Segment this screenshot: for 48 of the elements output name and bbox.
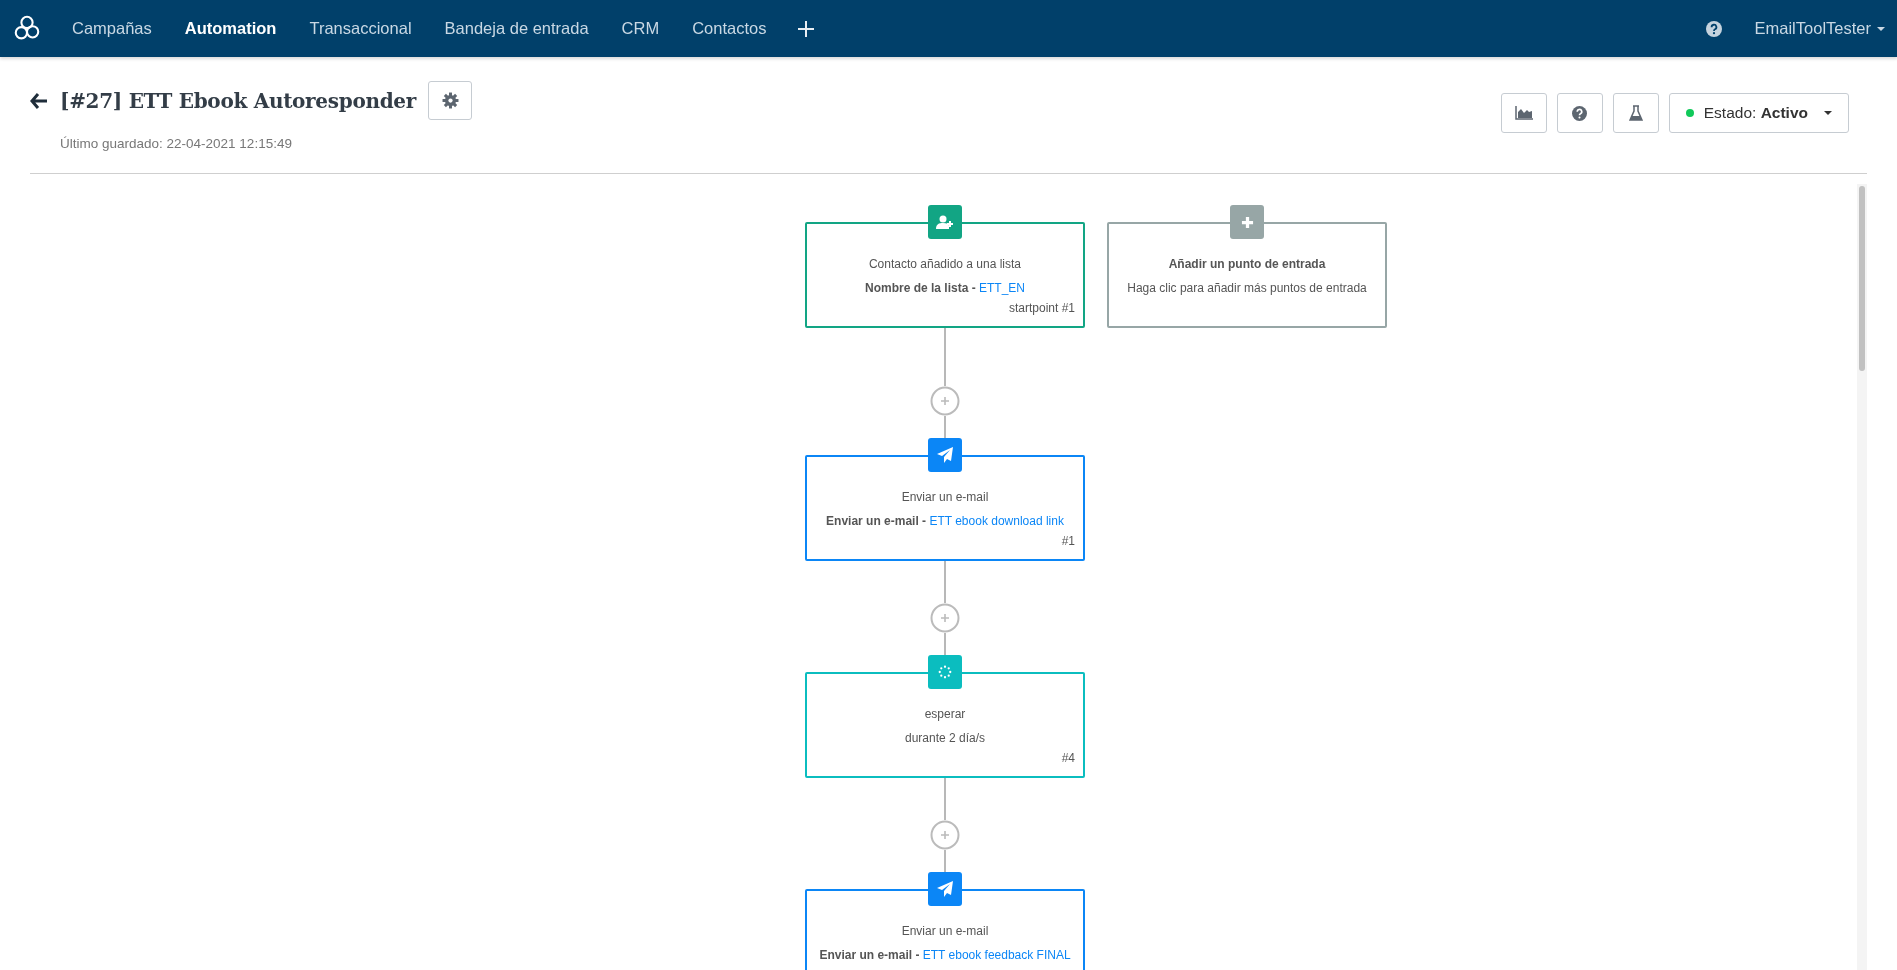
step-detail: durante 2 día/s xyxy=(903,731,987,745)
paper-plane-icon xyxy=(937,447,953,463)
step-title: Contacto añadido a una lista xyxy=(867,257,1023,271)
status-dropdown[interactable]: Estado: Activo xyxy=(1668,93,1849,133)
step-link[interactable]: ETT ebook download link xyxy=(929,514,1064,528)
area-chart-icon xyxy=(1514,106,1533,120)
statistics-button[interactable] xyxy=(1500,93,1547,133)
step-link[interactable]: ETT ebook feedback FINAL xyxy=(922,948,1071,962)
user-plus-icon xyxy=(936,215,954,229)
plus-icon[interactable] xyxy=(797,19,816,38)
step-title: Enviar un e-mail xyxy=(900,490,990,504)
workflow-step-card[interactable]: esperar durante 2 día/s #4 xyxy=(805,672,1085,778)
step-link[interactable]: ETT_EN xyxy=(979,281,1025,295)
step-detail: Nombre de la lista - ETT_EN xyxy=(863,281,1026,295)
workflow-step-card[interactable]: Enviar un e-mail Enviar un e-mail - ETT ebook feedback FINAL xyxy=(805,889,1085,970)
step-title: esperar xyxy=(923,707,967,721)
nav-tab[interactable]: CRM xyxy=(621,19,660,38)
paper-plane-icon xyxy=(937,881,953,897)
last-saved-text: Último guardado: 22-04-2021 12:15:49 xyxy=(60,136,293,151)
step-detail: Enviar un e-mail - ETT ebook feedback FINAL xyxy=(818,948,1072,962)
help-icon[interactable] xyxy=(1705,20,1722,37)
question-icon xyxy=(1572,105,1588,121)
step-title: Enviar un e-mail xyxy=(900,924,990,938)
flask-icon xyxy=(1628,105,1643,121)
test-button[interactable] xyxy=(1612,93,1659,133)
nav-tab[interactable]: Automation xyxy=(184,19,277,38)
back-arrow-icon[interactable] xyxy=(30,92,48,109)
nav-tab[interactable]: Transaccional xyxy=(309,19,412,38)
gear-icon xyxy=(441,92,459,109)
help-button[interactable] xyxy=(1556,93,1603,133)
step-number: #1 xyxy=(1060,534,1075,548)
add-entry-point-card[interactable]: Añadir un punto de entrada Haga clic para añadir más puntos de entrada xyxy=(1107,222,1387,328)
step-detail: Haga clic para añadir más puntos de entrada xyxy=(1126,281,1368,295)
nav-tab[interactable]: Bandeja de entrada xyxy=(444,19,589,38)
step-detail: Enviar un e-mail - ETT ebook download link xyxy=(825,514,1065,528)
step-number: #4 xyxy=(1060,751,1075,765)
step-number: startpoint #1 xyxy=(1007,301,1075,315)
nav-tab[interactable]: Contactos xyxy=(692,19,767,38)
nav-tab[interactable]: Campañas xyxy=(72,19,152,38)
workflow-step-card[interactable]: Contacto añadido a una lista Nombre de la lista - ETT_EN startpoint #1 xyxy=(805,222,1085,328)
spinner-icon xyxy=(938,665,952,679)
scrollbar[interactable] xyxy=(1857,184,1867,970)
plus-icon xyxy=(1240,215,1254,229)
user-menu[interactable]: EmailToolTester xyxy=(1754,19,1885,38)
workflow-title: [#27] ETT Ebook Autoresponder xyxy=(60,88,417,113)
step-title: Añadir un punto de entrada xyxy=(1167,257,1327,271)
settings-button[interactable] xyxy=(428,81,473,120)
workflow-step-card[interactable]: Enviar un e-mail Enviar un e-mail - ETT ebook download link #1 xyxy=(805,455,1085,561)
